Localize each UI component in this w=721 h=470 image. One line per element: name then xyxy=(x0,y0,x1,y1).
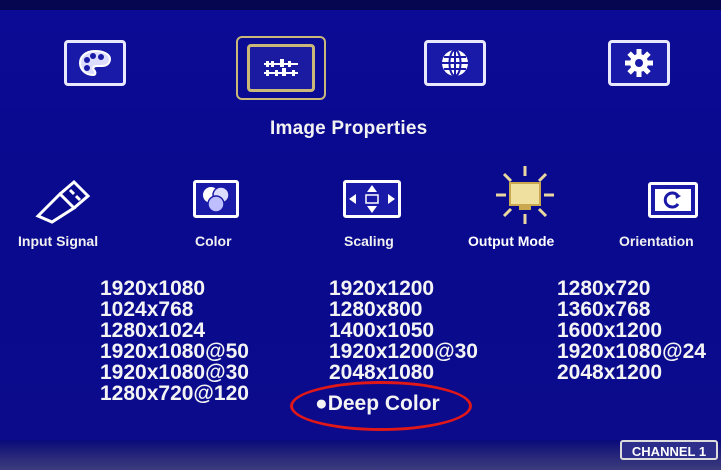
resolution-option[interactable]: 1280x720@120 xyxy=(100,383,249,404)
resolution-column-2: 1920x1200 1280x800 1400x1050 1920x1200@3… xyxy=(329,278,478,383)
resolution-option[interactable]: 1280x800 xyxy=(329,299,478,320)
resolution-column-1: 1920x1080 1024x768 1280x1024 1920x1080@5… xyxy=(100,278,249,404)
resolution-option[interactable]: 1360x768 xyxy=(557,299,706,320)
submenu-color[interactable]: Color xyxy=(195,233,232,249)
submenu-scaling[interactable]: Scaling xyxy=(344,233,394,249)
resolution-option[interactable]: 1600x1200 xyxy=(557,320,706,341)
submenu-orientation[interactable]: Orientation xyxy=(619,233,694,249)
resolution-option[interactable]: 1920x1080@30 xyxy=(100,362,249,383)
tab-palette[interactable] xyxy=(64,40,126,86)
monitor-sun-icon xyxy=(496,166,554,224)
rotate-screen-icon xyxy=(655,189,691,211)
osd-screen: Image Properties Input Signal Color Scal… xyxy=(0,0,721,470)
screen-bottom-edge xyxy=(0,440,721,470)
palette-icon xyxy=(78,49,112,77)
image-properties-icon xyxy=(260,56,302,80)
resolution-option[interactable]: 1024x768 xyxy=(100,299,249,320)
resolution-option[interactable]: 2048x1200 xyxy=(557,362,706,383)
selected-tab-title: Image Properties xyxy=(270,118,428,139)
resolution-option[interactable]: 1280x720 xyxy=(557,278,706,299)
scaling-icon-box[interactable] xyxy=(343,180,401,218)
orientation-icon-box[interactable] xyxy=(648,182,698,218)
globe-icon xyxy=(442,49,468,77)
submenu-output-mode[interactable]: Output Mode xyxy=(468,233,554,249)
resolution-option[interactable]: 1280x1024 xyxy=(100,320,249,341)
submenu-input-signal[interactable]: Input Signal xyxy=(18,233,98,249)
highlight-circle-annotation xyxy=(290,381,472,431)
screen-top-edge xyxy=(0,0,721,10)
tab-image-properties[interactable] xyxy=(247,44,315,92)
resolution-option[interactable]: 1400x1050 xyxy=(329,320,478,341)
color-icon-box[interactable] xyxy=(193,180,239,218)
tab-settings[interactable] xyxy=(608,40,670,86)
resolution-option[interactable]: 1920x1200@30 xyxy=(329,341,478,362)
color-circles-icon xyxy=(203,186,230,213)
resolution-option[interactable]: 1920x1080@24 xyxy=(557,341,706,362)
tab-globe[interactable] xyxy=(424,40,486,86)
resolution-option[interactable]: 1920x1080@50 xyxy=(100,341,249,362)
scaling-arrows-icon xyxy=(349,185,395,213)
resolution-column-3: 1280x720 1360x768 1600x1200 1920x1080@24… xyxy=(557,278,706,383)
resolution-option[interactable]: 2048x1080 xyxy=(329,362,478,383)
usb-connector-icon xyxy=(35,179,91,224)
channel-indicator: CHANNEL 1 xyxy=(620,440,718,460)
resolution-option[interactable]: 1920x1080 xyxy=(100,278,249,299)
gear-icon xyxy=(625,49,653,77)
resolution-option[interactable]: 1920x1200 xyxy=(329,278,478,299)
